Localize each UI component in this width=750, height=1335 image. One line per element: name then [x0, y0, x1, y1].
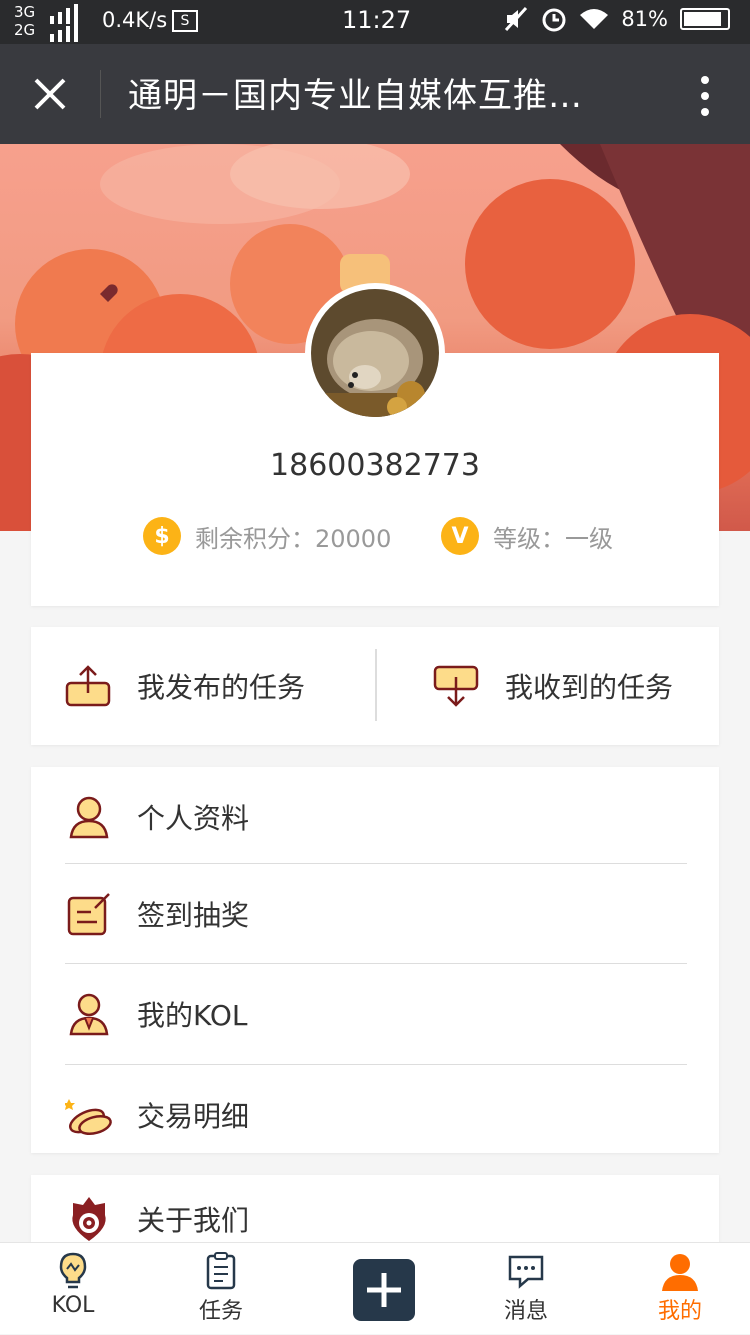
checkin-icon	[67, 893, 110, 936]
download-icon	[433, 665, 479, 707]
menu-list: 个人资料 签到抽奖 我的KOL 交易明细	[31, 767, 719, 1153]
coins-icon	[65, 1099, 112, 1136]
menu-item-transactions[interactable]: 交易明细	[31, 1065, 719, 1165]
menu-item-label: 个人资料	[137, 802, 250, 835]
alarm-icon	[542, 8, 566, 32]
battery-icon	[680, 8, 730, 30]
plus-icon	[367, 1273, 401, 1307]
level-label: 等级：一级	[493, 524, 613, 553]
tab-messages[interactable]: 消息	[466, 1243, 586, 1335]
menu-item-label: 关于我们	[137, 1204, 250, 1237]
tab-kol[interactable]: KOL	[13, 1243, 133, 1335]
menu-item-label: 我的KOL	[137, 999, 248, 1032]
network-type-top: 3G	[14, 3, 36, 21]
task-shortcuts: 我发布的任务 我收到的任务	[31, 627, 719, 745]
page-title: 通明－国内专业自媒体互推…	[128, 76, 583, 116]
title-bar: 通明－国内专业自媒体互推…	[0, 44, 750, 144]
menu-item-label: 签到抽奖	[137, 899, 250, 932]
network-speed: 0.4K/s	[102, 8, 168, 32]
menu-item-profile[interactable]: 个人资料	[31, 767, 719, 867]
published-tasks-label: 我发布的任务	[137, 671, 306, 704]
add-button[interactable]	[353, 1259, 415, 1321]
clipboard-icon	[206, 1252, 236, 1290]
network-type: 3G 2G	[14, 3, 35, 39]
mute-icon	[505, 6, 528, 32]
tab-kol-label: KOL	[51, 1293, 95, 1318]
about-logo-icon	[72, 1197, 106, 1241]
avatar[interactable]	[305, 283, 445, 423]
tab-mine[interactable]: 我的	[620, 1243, 740, 1335]
tab-tasks[interactable]: 任务	[161, 1243, 281, 1335]
menu-item-my-kol[interactable]: 我的KOL	[31, 964, 719, 1064]
menu-item-checkin[interactable]: 签到抽奖	[31, 864, 719, 964]
battery-percent: 81%	[621, 7, 668, 31]
chat-icon	[508, 1255, 544, 1289]
task-divider	[375, 649, 377, 721]
screenshot-icon: S	[172, 10, 198, 32]
lightbulb-icon	[59, 1252, 87, 1289]
user-phone: 18600382773	[270, 448, 480, 483]
tab-messages-label: 消息	[503, 1299, 548, 1324]
kol-user-icon	[69, 993, 109, 1036]
coin-icon: $	[143, 517, 181, 555]
tab-mine-label: 我的	[657, 1299, 702, 1324]
menu-item-label: 交易明细	[137, 1100, 250, 1133]
close-icon[interactable]	[30, 74, 70, 114]
title-separator	[100, 70, 101, 118]
points-stat: $ 剩余积分：20000	[143, 517, 391, 555]
bottom-tab-bar: KOL 任务 消息 我的	[0, 1242, 750, 1334]
hedgehog-avatar-image	[311, 289, 439, 417]
status-bar: 3G 2G 0.4K/s S 11:27 81%	[0, 0, 750, 44]
user-icon	[662, 1254, 698, 1291]
published-tasks-button[interactable]: 我发布的任务	[65, 627, 305, 745]
received-tasks-button[interactable]: 我收到的任务	[433, 627, 673, 745]
network-type-bottom: 2G	[14, 21, 36, 39]
received-tasks-label: 我收到的任务	[505, 671, 674, 704]
wifi-icon	[580, 9, 609, 29]
points-label: 剩余积分：20000	[195, 524, 392, 553]
signal-icon	[50, 4, 78, 42]
level-icon: V	[441, 517, 479, 555]
upload-icon	[65, 665, 111, 707]
tab-tasks-label: 任务	[198, 1299, 243, 1324]
more-icon[interactable]	[700, 74, 710, 118]
clock: 11:27	[342, 6, 412, 34]
person-icon	[69, 796, 109, 839]
level-stat: V 等级：一级	[441, 517, 613, 555]
